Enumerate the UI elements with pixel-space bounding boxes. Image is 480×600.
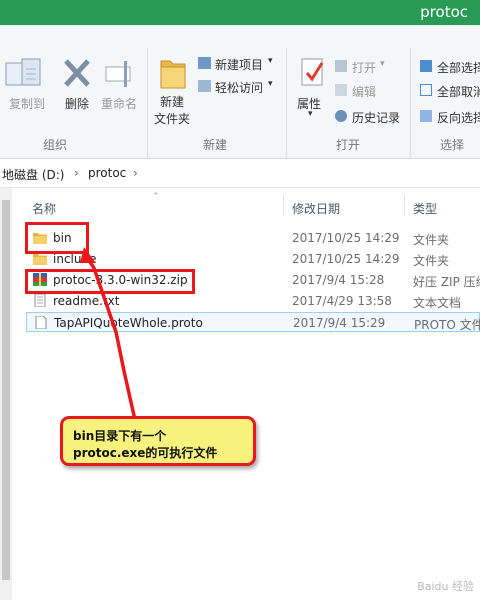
callout-line-2: protoc.exe的可执行文件 (73, 446, 218, 460)
callout-line-1: bin目录下有一个 (73, 429, 167, 443)
annotation-arrow (80, 247, 137, 422)
watermark: Baidu 经验 (417, 580, 474, 593)
annotation-callout: bin目录下有一个 protoc.exe的可执行文件 (60, 416, 256, 466)
